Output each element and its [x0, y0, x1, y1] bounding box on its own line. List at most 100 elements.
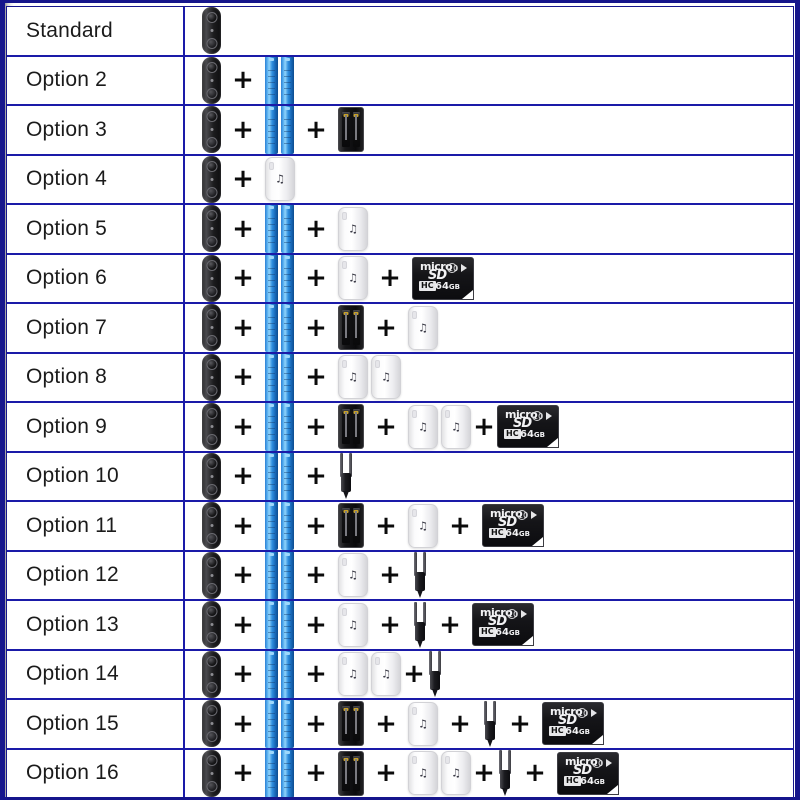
- battery-cell-icon: [281, 403, 294, 451]
- sdcard-notch: [547, 438, 558, 448]
- rechargeable-batteries-icon: [265, 502, 294, 550]
- bundle-item: [202, 749, 221, 797]
- charger-bays: [342, 706, 360, 742]
- bundle-item: [338, 404, 364, 450]
- chime-button-icon: [445, 756, 450, 765]
- doorbell-button-icon: [206, 87, 217, 99]
- microphone-icon: [210, 474, 213, 478]
- battery-cell-icon: [281, 304, 294, 352]
- sdcard-notch: [592, 735, 603, 745]
- battery-cell-icon: [265, 502, 278, 550]
- stake-tip: [487, 738, 493, 747]
- plus-icon: +: [232, 362, 254, 393]
- bundle-item: [338, 503, 364, 549]
- option-label: Option 11: [26, 513, 118, 537]
- doorbell-button-icon: [206, 384, 217, 396]
- charger-bay: [352, 112, 360, 148]
- mounting-stake-icon: [412, 601, 428, 648]
- plus-icon: +: [232, 411, 254, 442]
- option-label-cell: Option 12: [7, 551, 185, 599]
- battery-charger-icon: [338, 750, 364, 796]
- bundle-items-cell: + +: [185, 106, 793, 154]
- bundle-item: [265, 106, 294, 154]
- rechargeable-batteries-icon: [265, 650, 294, 698]
- option-label: Option 16: [26, 761, 119, 785]
- rechargeable-batteries-icon: [265, 551, 294, 599]
- table-row: Option 8 + + ♫ ♫: [7, 353, 793, 403]
- option-label-cell: Option 2: [7, 56, 185, 104]
- table-row: Option 16 + + + ♫ ♫ + + micro SD 10 HC 64GB: [7, 749, 793, 797]
- chime-button-icon: [342, 360, 347, 369]
- option-label: Option 10: [26, 464, 119, 488]
- battery-cell-icon: [281, 551, 294, 599]
- plus-icon: +: [375, 411, 397, 442]
- camera-lens-icon: [206, 210, 217, 222]
- video-doorbell-icon: [202, 56, 221, 104]
- rechargeable-batteries-icon: [265, 601, 294, 649]
- bundle-item: micro SD 10 HC 64GB: [497, 405, 559, 449]
- charger-bays: [342, 310, 360, 346]
- microphone-icon: [210, 177, 213, 181]
- chime-button-icon: [375, 657, 380, 666]
- wireless-chime-icon: ♫: [338, 553, 368, 598]
- charger-bay: [352, 310, 360, 346]
- stake-tip: [417, 590, 423, 599]
- video-doorbell-icon: [202, 353, 221, 401]
- bundle-item: ♫: [408, 503, 438, 548]
- doorbell-button-icon: [206, 780, 217, 792]
- music-note-icon: ♫: [348, 370, 358, 384]
- battery-cell-icon: [281, 502, 294, 550]
- sdcard-notch: [522, 636, 533, 646]
- microphone-icon: [210, 276, 213, 280]
- bundle-item: [338, 107, 364, 153]
- sdcard-notch: [462, 289, 473, 299]
- bundle-item: [412, 601, 428, 648]
- sdcard-sd-logo: SD: [573, 762, 592, 778]
- wireless-chime-icon: ♫: [408, 404, 438, 449]
- option-label-cell: Option 10: [7, 452, 185, 500]
- video-doorbell-icon: [202, 304, 221, 352]
- bundle-item: ♫: [408, 701, 438, 746]
- wireless-chime-pair-icon: ♫ ♫: [408, 751, 471, 796]
- video-doorbell-icon: [202, 551, 221, 599]
- camera-lens-icon: [206, 606, 217, 618]
- camera-lens-icon: [206, 655, 217, 667]
- battery-cell-icon: [265, 403, 278, 451]
- battery-cell-icon: [281, 749, 294, 797]
- plus-icon: +: [305, 213, 327, 244]
- chime-button-icon: [412, 756, 417, 765]
- microphone-icon: [210, 722, 213, 726]
- table-row: Option 6 + + ♫ + micro SD 10 HC 64GB: [7, 254, 793, 304]
- bundle-item: [202, 502, 221, 550]
- bundle-item: [202, 403, 221, 451]
- wireless-chime-icon: ♫: [408, 751, 438, 796]
- chime-button-icon: [412, 706, 417, 715]
- option-label: Option 3: [26, 117, 107, 141]
- camera-lens-icon: [206, 556, 217, 568]
- plus-icon: +: [524, 758, 546, 789]
- microphone-icon: [210, 227, 213, 231]
- sdcard-class-mark: 10: [447, 262, 459, 273]
- bundle-items-cell: +: [185, 56, 793, 104]
- battery-cell-icon: [265, 700, 278, 748]
- rechargeable-batteries-icon: [265, 403, 294, 451]
- rechargeable-batteries-icon: [265, 205, 294, 253]
- camera-lens-icon: [206, 358, 217, 370]
- battery-cell-icon: [265, 205, 278, 253]
- microphone-icon: [210, 326, 213, 330]
- bundle-item: micro SD 10 HC 64GB: [472, 603, 534, 647]
- option-label-cell: Option 16: [7, 749, 185, 797]
- battery-cell-icon: [281, 205, 294, 253]
- sdcard-class-mark: 10: [532, 411, 544, 422]
- bundle-items-cell: [185, 7, 793, 55]
- doorbell-button-icon: [206, 483, 217, 495]
- comparison-table-frame: Standard Option 2 + Option 3 + + Option 4 + ♫ Opt…: [0, 0, 800, 800]
- plus-icon: +: [305, 510, 327, 541]
- bundle-item: ♫: [265, 157, 295, 202]
- charger-bays: [342, 409, 360, 445]
- bundle-item: [265, 650, 294, 698]
- sdcard-arrow-icon: [521, 610, 527, 619]
- bundle-item: [202, 155, 221, 203]
- sdcard-capacity-label: 64GB: [434, 280, 460, 292]
- charger-bay: [342, 706, 350, 742]
